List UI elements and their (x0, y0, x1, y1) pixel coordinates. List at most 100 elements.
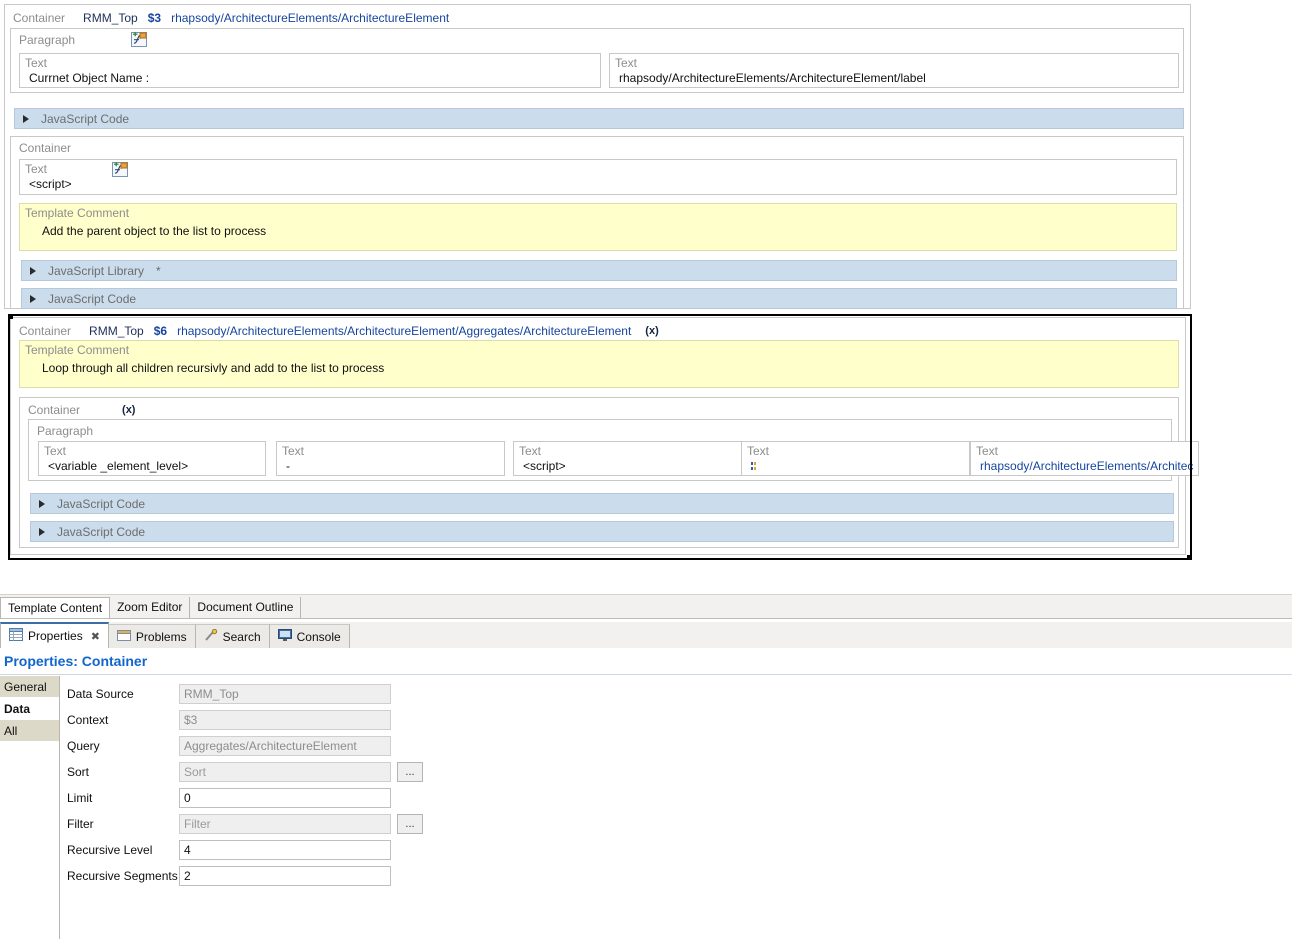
tab-properties[interactable]: Properties ✖ (0, 622, 109, 648)
tab-search[interactable]: Search (195, 624, 270, 648)
text-widget-value: rhapsody/ArchitectureElements/Architec (980, 459, 1194, 473)
text-widget-rhapsody-path[interactable]: Text rhapsody/ArchitectureElements/Archi… (970, 441, 1199, 476)
text-widget-value (742, 458, 969, 474)
prop-tab-all[interactable]: All (0, 720, 59, 742)
selected-container-header: Container RMM_Top $6 rhapsody/Architectu… (15, 321, 659, 340)
container-query: rhapsody/ArchitectureElements/Architectu… (177, 323, 632, 338)
tab-zoom-editor[interactable]: Zoom Editor (110, 597, 191, 618)
page-title: Properties: Container (4, 653, 148, 669)
tab-properties-label: Properties (28, 629, 83, 643)
text-widget-dash[interactable]: Text - (276, 441, 505, 476)
prop-tab-data[interactable]: Data (0, 698, 59, 720)
container-type-label: Container (28, 402, 81, 417)
text-widget-variable-element-level[interactable]: Text <variable _element_level> (38, 441, 266, 476)
inner-container-1[interactable]: Container Text <script> Template Comment… (10, 136, 1184, 309)
recursive-level-field[interactable] (179, 840, 391, 860)
paragraph-block-1[interactable]: Paragraph Text Currnet Object Name : Tex… (10, 28, 1184, 93)
sort-field[interactable] (179, 762, 391, 782)
template-editor-canvas[interactable]: Container RMM_Top $3 rhapsody/Architectu… (0, 0, 1292, 592)
child-container[interactable]: Container (x) Paragraph Text <variable _… (19, 397, 1199, 548)
recursive-marker: (x) (122, 403, 136, 416)
properties-panel[interactable]: General Data All Data Source Context Que… (0, 676, 1292, 939)
selected-container[interactable]: Container RMM_Top $6 rhapsody/Architectu… (10, 317, 1199, 555)
expand-triangle-icon[interactable] (30, 294, 36, 303)
expand-triangle-icon[interactable] (30, 266, 36, 275)
template-comment-value: Add the parent object to the list to pro… (42, 224, 267, 238)
field-label-context: Context (67, 713, 109, 727)
fx-formula-icon[interactable] (131, 32, 147, 47)
text-widget-caption: Text (976, 444, 999, 458)
field-label-recursive-level: Recursive Level (67, 843, 153, 857)
expand-triangle-icon[interactable] (23, 114, 29, 123)
text-widget-script-open[interactable]: Text <script> (19, 159, 1177, 195)
field-row-filter: Filter ... (67, 814, 423, 834)
javascript-code-bar-3[interactable]: JavaScript Code (30, 493, 1174, 514)
javascript-code-label: JavaScript Code (48, 291, 137, 306)
filter-browse-button[interactable]: ... (397, 814, 423, 834)
text-widget-value: Currnet Object Name : (29, 71, 150, 85)
field-row-context: Context (67, 710, 391, 730)
recursive-segments-field[interactable] (179, 866, 391, 886)
field-label-sort: Sort (67, 765, 90, 779)
javascript-code-bar-2[interactable]: JavaScript Code (21, 288, 1177, 309)
template-comment-add-parent[interactable]: Template Comment Add the parent object t… (19, 203, 1177, 251)
data-source-field[interactable] (179, 684, 391, 704)
expand-triangle-icon[interactable] (39, 499, 45, 508)
properties-title-bar: Properties: Container (0, 648, 1292, 675)
container-datasource: RMM_Top (89, 323, 144, 338)
inner-container-type-label: Container (19, 141, 72, 155)
text-widget-caption: Text (282, 444, 305, 458)
text-widget-value: - (286, 459, 290, 473)
javascript-library-bar[interactable]: JavaScript Library * (21, 260, 1177, 281)
view-tab-strip[interactable]: Properties ✖ Problems Search Console (0, 622, 1292, 648)
text-widget-current-object-name[interactable]: Text Currnet Object Name : (19, 53, 601, 88)
tab-console[interactable]: Console (269, 624, 350, 648)
container-type-label: Container (13, 10, 66, 25)
javascript-code-bar-4[interactable]: JavaScript Code (30, 521, 1174, 542)
template-comment-caption: Template Comment (25, 206, 130, 220)
outer-container[interactable]: Container RMM_Top $3 rhapsody/Architectu… (4, 4, 1191, 309)
outer-container-header: Container RMM_Top $3 rhapsody/Architectu… (9, 8, 449, 27)
field-row-recursive-segments: Recursive Segments (67, 866, 391, 886)
text-widget-label-path[interactable]: Text rhapsody/ArchitectureElements/Archi… (609, 53, 1179, 88)
text-widget-caption: Text (25, 162, 48, 176)
close-icon[interactable]: ✖ (91, 630, 100, 643)
paragraph-type-label: Paragraph (37, 424, 94, 438)
properties-icon (9, 628, 23, 644)
template-comment-loop-children[interactable]: Template Comment Loop through all childr… (19, 340, 1179, 388)
sort-browse-button[interactable]: ... (397, 762, 423, 782)
text-widget-value: rhapsody/ArchitectureElements/Architectu… (619, 71, 926, 85)
javascript-library-marker: * (156, 263, 161, 278)
container-type-label: Container (19, 323, 72, 338)
expand-triangle-icon[interactable] (39, 527, 45, 536)
field-label-limit: Limit (67, 791, 93, 805)
field-label-query: Query (67, 739, 100, 753)
console-icon (277, 628, 292, 645)
javascript-code-bar-1[interactable]: JavaScript Code (14, 108, 1184, 129)
fx-formula-icon[interactable] (112, 162, 128, 177)
context-field[interactable] (179, 710, 391, 730)
text-widget-value: <variable _element_level> (48, 459, 189, 473)
filter-field[interactable] (179, 814, 391, 834)
child-container-header: Container (x) (24, 400, 135, 419)
tab-problems[interactable]: Problems (108, 624, 196, 648)
text-widget-script-tag[interactable]: Text <script> (513, 441, 742, 476)
resize-handle-br[interactable] (1187, 555, 1192, 560)
paragraph-block-2[interactable]: Paragraph Text <variable _element_level>… (28, 419, 1199, 481)
field-row-limit: Limit (67, 788, 391, 808)
javascript-library-label: JavaScript Library (48, 263, 145, 278)
container-datasource: RMM_Top (83, 10, 138, 25)
field-label-data-source: Data Source (67, 687, 134, 701)
editor-tab-strip[interactable]: Template Content Zoom Editor Document Ou… (0, 594, 1292, 619)
limit-field[interactable] (179, 788, 391, 808)
text-widget-colon-glyph[interactable]: Text (741, 441, 970, 476)
field-row-query: Query (67, 736, 391, 756)
tab-template-content[interactable]: Template Content (0, 597, 111, 618)
properties-tab-list[interactable]: General Data All (0, 676, 60, 939)
query-field[interactable] (179, 736, 391, 756)
field-label-recursive-segments: Recursive Segments (67, 869, 178, 883)
properties-fields: Data Source Context Query Sort ... Limit (60, 676, 1292, 939)
prop-tab-general[interactable]: General (0, 676, 59, 698)
search-icon (204, 628, 218, 645)
tab-document-outline[interactable]: Document Outline (190, 597, 302, 618)
